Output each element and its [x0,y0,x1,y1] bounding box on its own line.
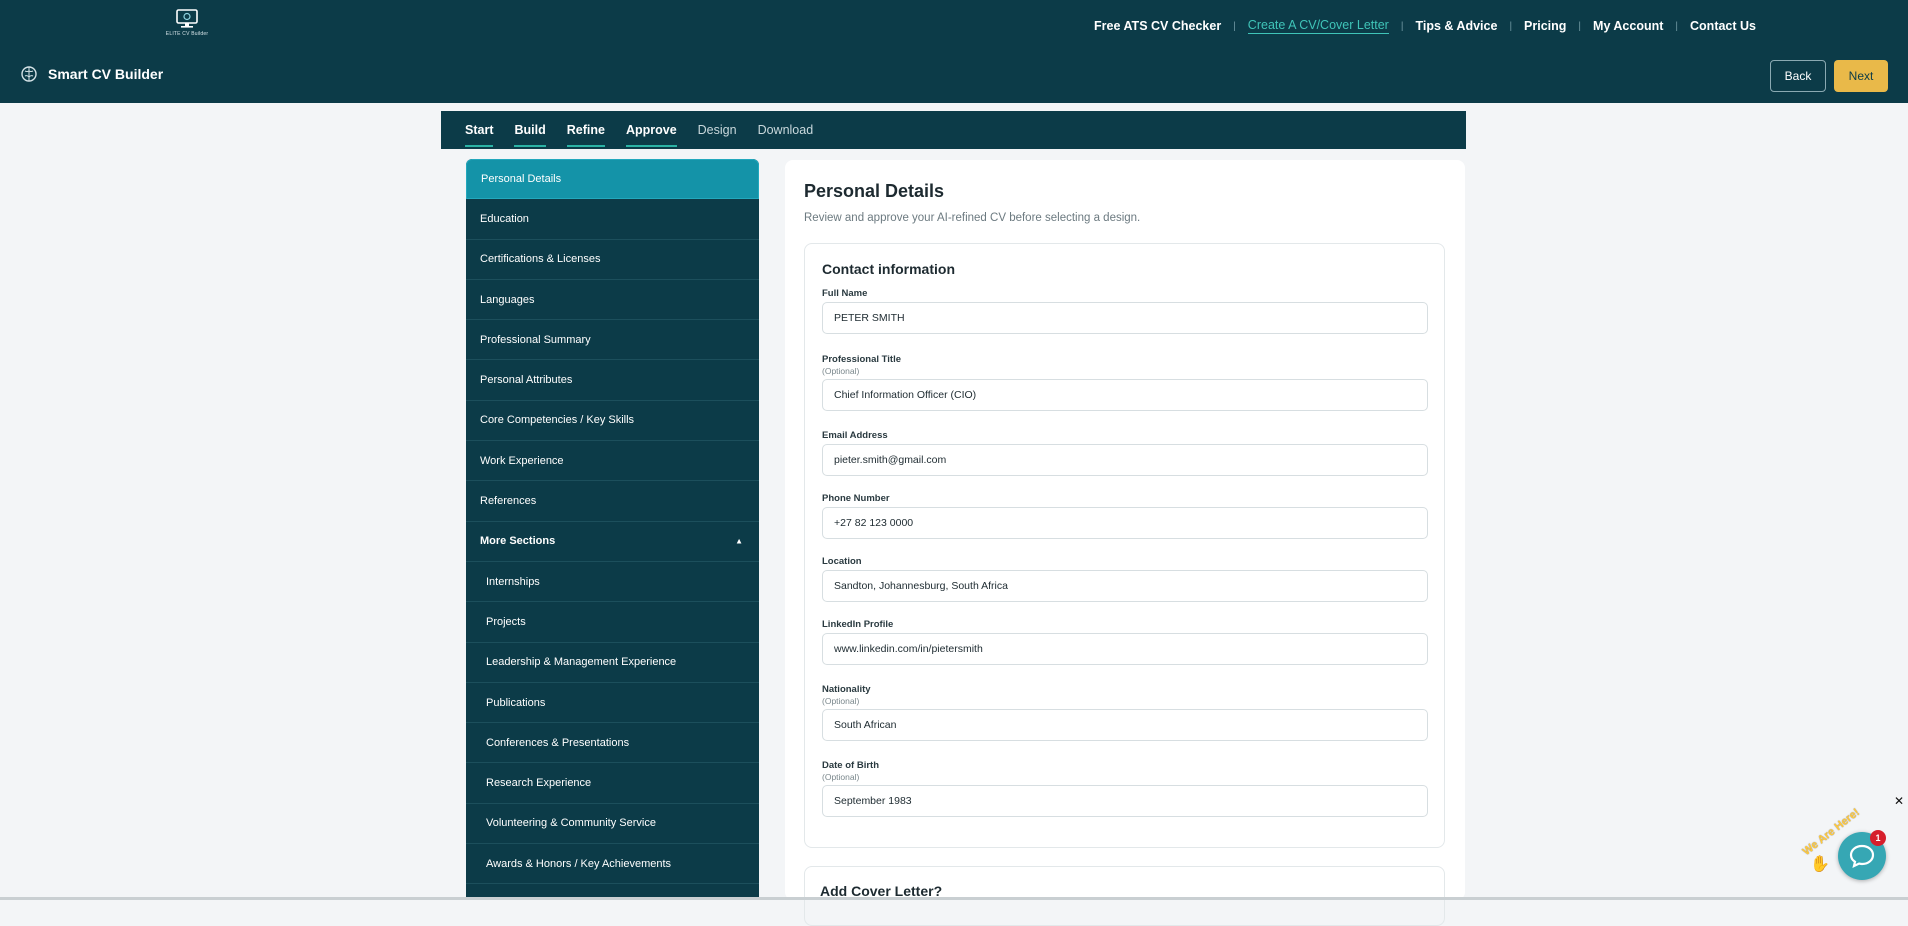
app-title: Smart CV Builder [48,66,164,82]
page-title: Personal Details [804,181,945,201]
sidebar-item-internships[interactable]: Internships [466,562,759,603]
top-navigation: Free ATS CV Checker | Create A CV/Cover … [1094,17,1756,35]
sidebar-item-research-experience[interactable]: Research Experience [466,763,759,804]
nav-separator: | [1509,20,1513,32]
logo-text: ELITE CV Builder [165,31,209,37]
sidebar-item-personal-attributes[interactable]: Personal Attributes [466,360,759,401]
waving-hand-icon: ✋ [1810,856,1830,873]
brain-icon [21,66,37,82]
linkedin-field-group: LinkedIn Profile [822,619,1428,665]
optional-hint: (Optional) [822,772,860,782]
step-start[interactable]: Start [465,111,494,149]
chat-widget: ✕ We Are Here! ✋ 1 [1801,790,1906,890]
professional-title-field-group: Professional Title (Optional) [822,354,1428,411]
chevron-up-icon: ▲ [735,536,743,546]
location-input[interactable] [822,570,1428,602]
nav-separator: | [1400,20,1404,32]
email-input[interactable] [822,444,1428,476]
full-name-input[interactable] [822,302,1428,334]
chat-close-icon[interactable]: ✕ [1894,794,1904,808]
professional-title-label: Professional Title [822,354,902,365]
nav-contact-us[interactable]: Contact Us [1690,19,1756,33]
step-refine[interactable]: Refine [566,111,606,149]
sidebar-item-projects[interactable]: Projects [466,602,759,643]
more-sections-label: More Sections [480,535,556,548]
optional-hint: (Optional) [822,366,860,376]
personal-details-panel: Personal Details Review and approve your… [785,160,1465,926]
sidebar-item-work-experience[interactable]: Work Experience [466,441,759,482]
nav-create-cv-cover-letter[interactable]: Create A CV/Cover Letter [1247,18,1389,34]
sidebar-item-references[interactable]: References [466,481,759,522]
nav-my-account[interactable]: My Account [1593,19,1663,33]
phone-field-group: Phone Number [822,493,1428,539]
nav-pricing[interactable]: Pricing [1524,19,1566,33]
location-field-group: Location [822,556,1428,602]
sidebar-item-certifications[interactable]: Certifications & Licenses [466,240,759,280]
step-approve[interactable]: Approve [625,111,677,149]
nationality-label: Nationality [822,684,871,695]
optional-hint: (Optional) [822,696,860,706]
sidebar-item-awards[interactable]: Awards & Honors / Key Achievements [466,844,759,885]
nav-separator: | [1675,20,1679,32]
site-header: ELITE CV Builder Free ATS CV Checker | C… [0,0,1908,103]
linkedin-input[interactable] [822,633,1428,665]
sidebar-item-education[interactable]: Education [466,199,759,240]
nav-separator: | [1578,20,1582,32]
page-subtitle: Review and approve your AI-refined CV be… [804,212,1141,224]
date-of-birth-field-group: Date of Birth (Optional) [822,760,1428,817]
email-field-group: Email Address [822,430,1428,476]
sidebar-item-personal-details[interactable]: Personal Details [466,159,759,200]
sidebar-item-core-competencies[interactable]: Core Competencies / Key Skills [466,401,759,442]
back-button[interactable]: Back [1770,60,1826,92]
add-cover-letter-section[interactable]: Add Cover Letter? [804,866,1445,926]
step-tabs: Start Build Refine Approve Design Downlo… [441,111,1466,149]
linkedin-label: LinkedIn Profile [822,619,894,630]
date-of-birth-label: Date of Birth [822,760,879,771]
full-name-label: Full Name [822,288,868,299]
nationality-field-group: Nationality (Optional) [822,684,1428,741]
chat-unread-badge: 1 [1870,830,1886,846]
phone-label: Phone Number [822,493,890,504]
nav-separator: | [1233,20,1236,32]
sidebar-more-sections-toggle[interactable]: More Sections ▲ [466,522,759,562]
sidebar-item-professional-summary[interactable]: Professional Summary [466,320,759,361]
sidebar-item-languages[interactable]: Languages [466,280,759,321]
contact-information-section: Contact information Full Name Profession… [804,243,1445,848]
date-of-birth-input[interactable] [822,785,1428,817]
logo-monitor-icon [176,9,198,28]
professional-title-input[interactable] [822,379,1428,411]
step-build[interactable]: Build [514,111,546,149]
nav-free-ats-cv-checker[interactable]: Free ATS CV Checker [1094,19,1221,33]
step-design[interactable]: Design [698,111,737,149]
section-sidebar: Personal Details Education Certification… [466,159,759,900]
next-button[interactable]: Next [1834,60,1888,92]
nationality-input[interactable] [822,709,1428,741]
phone-input[interactable] [822,507,1428,539]
sidebar-item-leadership[interactable]: Leadership & Management Experience [466,643,759,683]
sidebar-item-conferences[interactable]: Conferences & Presentations [466,723,759,764]
nav-tips-advice[interactable]: Tips & Advice [1415,19,1497,33]
app-brand: Smart CV Builder [20,65,163,83]
sidebar-item-publications[interactable]: Publications [466,683,759,724]
step-download[interactable]: Download [758,111,814,149]
location-label: Location [822,556,862,567]
contact-heading: Contact information [822,261,955,277]
sidebar-item-volunteering[interactable]: Volunteering & Community Service [466,804,759,845]
site-logo[interactable]: ELITE CV Builder [163,8,211,42]
chat-bubble-icon [1849,844,1875,868]
email-label: Email Address [822,430,888,441]
full-name-field-group: Full Name [822,288,1428,334]
